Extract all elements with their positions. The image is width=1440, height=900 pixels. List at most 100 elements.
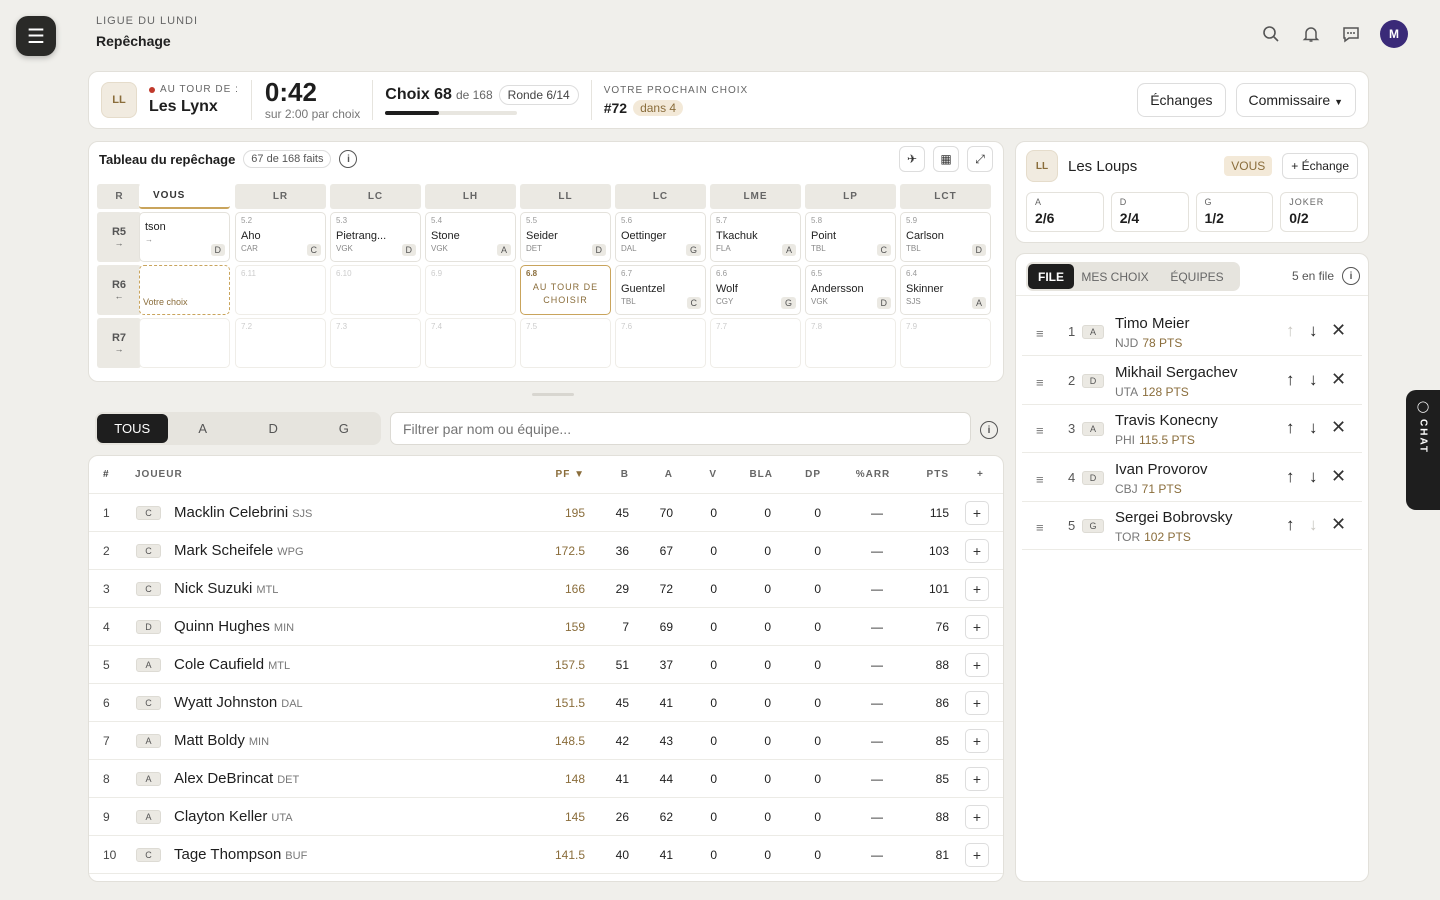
tab-equipes[interactable]: ÉQUIPES — [1156, 264, 1238, 289]
tab-d[interactable]: D — [238, 414, 309, 443]
add-to-queue-button[interactable]: + — [965, 500, 989, 525]
col-dp[interactable]: DP — [789, 469, 821, 480]
drag-handle-icon[interactable]: ≡ — [1036, 375, 1044, 390]
arrow-down-icon[interactable]: ↓ — [1309, 515, 1318, 535]
add-to-queue-button[interactable]: + — [965, 614, 989, 639]
arrow-down-icon[interactable]: ↓ — [1309, 418, 1318, 438]
rocket-icon[interactable]: ✈ — [899, 146, 925, 172]
add-to-queue-button[interactable]: + — [965, 766, 989, 791]
your-pick-cell[interactable]: Votre choix — [139, 265, 230, 315]
queue-item[interactable]: ≡ 4 D Ivan Provorov CBJ 71 PTS ↑ ↓ ✕ — [1022, 454, 1362, 502]
player-name[interactable]: Wyatt Johnston DAL — [174, 694, 303, 711]
arrow-down-icon[interactable]: ↓ — [1309, 370, 1318, 390]
draft-cell[interactable]: 7.4 — [425, 318, 516, 368]
arrow-down-icon[interactable]: ↓ — [1309, 467, 1318, 487]
draft-cell[interactable]: 5.9 Carlson TBL D — [900, 212, 991, 262]
player-name[interactable]: Nick Suzuki MTL — [174, 580, 278, 597]
arrow-down-icon[interactable]: ↓ — [1309, 321, 1318, 341]
draft-cell[interactable] — [139, 318, 230, 368]
player-name[interactable]: Alex DeBrincat DET — [174, 770, 299, 787]
table-row[interactable]: 4 D Quinn Hughes MIN 159 7 69 0 0 0 — 76 + — [89, 608, 1003, 646]
draft-cell[interactable]: 6.6 Wolf CGY G — [710, 265, 801, 315]
player-name[interactable]: Cole Caufield MTL — [174, 656, 290, 673]
player-name[interactable]: Clayton Keller UTA — [174, 808, 293, 825]
tab-file[interactable]: FILE — [1028, 264, 1074, 289]
player-name[interactable]: Matt Boldy MIN — [174, 732, 269, 749]
chat-tab[interactable]: ◯ CHAT — [1406, 390, 1440, 510]
player-name[interactable]: Macklin Celebrini SJS — [174, 504, 312, 521]
draft-cell[interactable]: 5.6 Oettinger DAL G — [615, 212, 706, 262]
draft-cell[interactable]: 6.10 — [330, 265, 421, 315]
draft-cell[interactable]: 5.4 Stone VGK A — [425, 212, 516, 262]
search-icon[interactable] — [1260, 23, 1282, 45]
avatar[interactable]: M — [1380, 20, 1408, 48]
arrow-up-icon[interactable]: ↑ — [1286, 321, 1295, 341]
draft-cell[interactable]: 7.9 — [900, 318, 991, 368]
draft-cell[interactable]: 5.3 Pietrang... VGK D — [330, 212, 421, 262]
message-icon[interactable] — [1340, 23, 1362, 45]
player-name[interactable]: Tage Thompson BUF — [174, 846, 307, 863]
col-v[interactable]: V — [685, 469, 717, 480]
filter-input[interactable] — [390, 412, 971, 445]
player-name[interactable]: Mark Scheifele WPG — [174, 542, 304, 559]
draft-cell[interactable]: 7.7 — [710, 318, 801, 368]
table-row[interactable]: 9 A Clayton Keller UTA 145 26 62 0 0 0 — 88 + — [89, 798, 1003, 836]
tab-mes-choix[interactable]: MES CHOIX — [1074, 264, 1156, 289]
draft-cell[interactable]: 5.7 Tkachuk FLA A — [710, 212, 801, 262]
tab-a[interactable]: A — [168, 414, 239, 443]
draft-cell[interactable]: tson → D — [139, 212, 230, 262]
drag-handle-icon[interactable]: ≡ — [1036, 326, 1044, 341]
draft-cell[interactable]: 7.6 — [615, 318, 706, 368]
add-to-queue-button[interactable]: + — [965, 690, 989, 715]
expand-icon[interactable]: ⤢ — [967, 146, 993, 172]
close-icon[interactable]: ✕ — [1331, 514, 1346, 535]
arrow-up-icon[interactable]: ↑ — [1286, 370, 1295, 390]
draft-cell[interactable]: 7.2 — [235, 318, 326, 368]
col-pts[interactable]: PTS — [915, 469, 949, 480]
col-arr[interactable]: %ARR — [855, 469, 891, 480]
queue-item[interactable]: ≡ 1 A Timo Meier NJD 78 PTS ↑ ↓ ✕ — [1022, 308, 1362, 356]
table-row[interactable]: 10 C Tage Thompson BUF 141.5 40 41 0 0 0 — 81 + — [89, 836, 1003, 874]
bell-icon[interactable] — [1300, 23, 1322, 45]
table-row[interactable]: 5 A Cole Caufield MTL 157.5 51 37 0 0 0 — 88 + — [89, 646, 1003, 684]
close-icon[interactable]: ✕ — [1331, 417, 1346, 438]
queue-item[interactable]: ≡ 3 A Travis Konecny PHI 115.5 PTS ↑ ↓ ✕ — [1022, 405, 1362, 453]
drag-handle-icon[interactable]: ≡ — [1036, 472, 1044, 487]
menu-button[interactable]: ☰ — [16, 16, 56, 56]
trades-button[interactable]: Échanges — [1137, 83, 1226, 117]
arrow-up-icon[interactable]: ↑ — [1286, 515, 1295, 535]
trade-button[interactable]: + Échange — [1282, 153, 1358, 179]
draft-cell[interactable]: 5.8 Point TBL C — [805, 212, 896, 262]
table-row[interactable]: 7 A Matt Boldy MIN 148.5 42 43 0 0 0 — 85 + — [89, 722, 1003, 760]
add-to-queue-button[interactable]: + — [965, 728, 989, 753]
player-name[interactable]: Quinn Hughes MIN — [174, 618, 294, 635]
draft-cell[interactable]: 7.8 — [805, 318, 896, 368]
draft-cell[interactable]: 7.3 — [330, 318, 421, 368]
layout-icon[interactable]: ▦ — [933, 146, 959, 172]
current-pick-cell[interactable]: 6.8 AU TOUR DE CHOISIR — [520, 265, 611, 315]
add-to-queue-button[interactable]: + — [965, 652, 989, 677]
arrow-up-icon[interactable]: ↑ — [1286, 418, 1295, 438]
commissioner-button[interactable]: Commissaire ▼ — [1235, 83, 1356, 117]
close-icon[interactable]: ✕ — [1331, 320, 1346, 341]
draft-cell[interactable]: 7.5 — [520, 318, 611, 368]
add-to-queue-button[interactable]: + — [965, 538, 989, 563]
draft-cell[interactable]: 5.5 Seider DET D — [520, 212, 611, 262]
table-row[interactable]: 6 C Wyatt Johnston DAL 151.5 45 41 0 0 0 — 86 + — [89, 684, 1003, 722]
draft-cell[interactable]: 5.2 Aho CAR C — [235, 212, 326, 262]
queue-item[interactable]: ≡ 5 G Sergei Bobrovsky TOR 102 PTS ↑ ↓ ✕ — [1022, 502, 1362, 550]
arrow-up-icon[interactable]: ↑ — [1286, 467, 1295, 487]
draft-cell[interactable]: 6.11 — [235, 265, 326, 315]
table-row[interactable]: 3 C Nick Suzuki MTL 166 29 72 0 0 0 — 101 + — [89, 570, 1003, 608]
add-to-queue-button[interactable]: + — [965, 842, 989, 867]
col-pf[interactable]: PF ▼ — [549, 469, 585, 480]
draft-cell[interactable]: 6.9 — [425, 265, 516, 315]
tab-tous[interactable]: TOUS — [97, 414, 168, 443]
info-icon[interactable]: i — [339, 150, 358, 168]
col-b[interactable]: B — [597, 469, 629, 480]
table-row[interactable]: 8 A Alex DeBrincat DET 148 41 44 0 0 0 — 85 + — [89, 760, 1003, 798]
draft-cell[interactable]: 6.5 Andersson VGK D — [805, 265, 896, 315]
queue-item[interactable]: ≡ 2 D Mikhail Sergachev UTA 128 PTS ↑ ↓ ✕ — [1022, 357, 1362, 405]
close-icon[interactable]: ✕ — [1331, 466, 1346, 487]
drag-handle-icon[interactable]: ≡ — [1036, 520, 1044, 535]
